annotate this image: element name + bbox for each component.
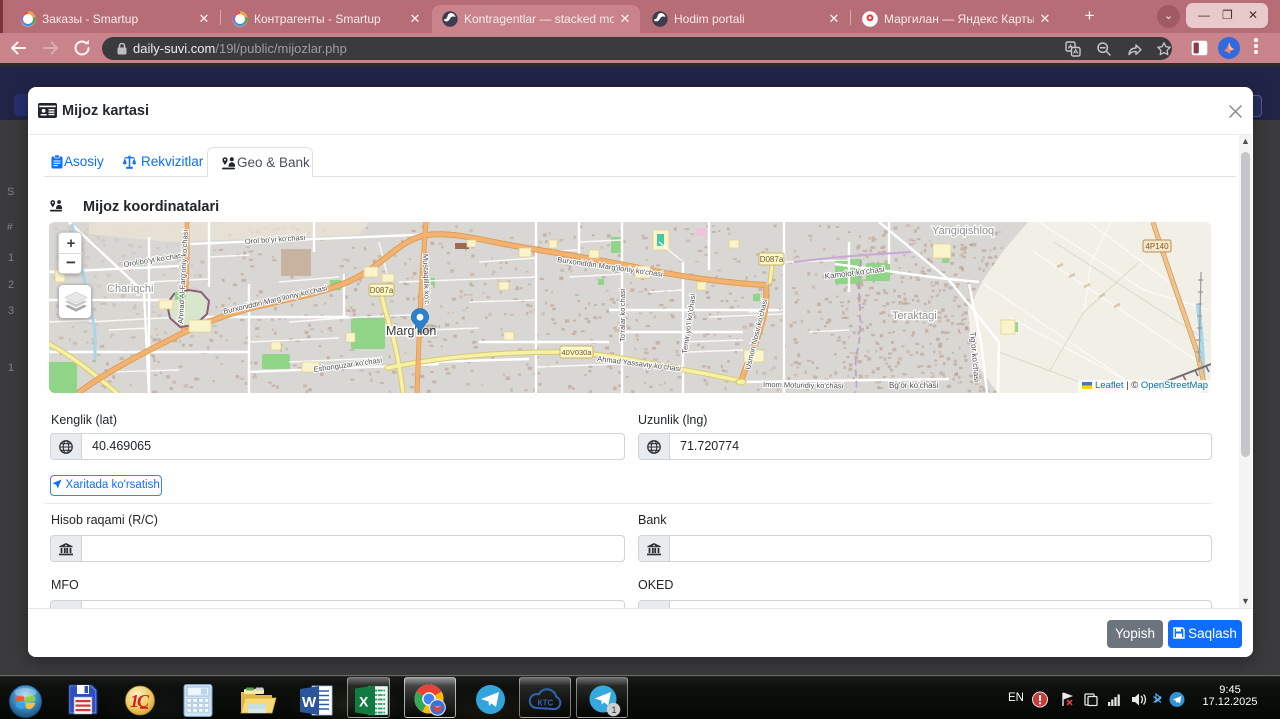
svg-text:КТС: КТС: [538, 699, 554, 708]
svg-text:Mustaqillik ko'c: Mustaqillik ko'c: [421, 254, 432, 305]
svg-text:Chariqchi: Chariqchi: [107, 283, 153, 295]
svg-text:1: 1: [612, 705, 617, 715]
svg-text:4P140: 4P140: [1145, 242, 1169, 251]
svg-text:Bg'or ko'chasi: Bg'or ko'chasi: [889, 381, 939, 390]
svg-text:Teraktagi: Teraktagi: [892, 310, 937, 322]
svg-text:W: W: [302, 694, 317, 711]
svg-text:Yangiqishloq: Yangiqishloq: [932, 225, 994, 237]
svg-text:D087a: D087a: [760, 255, 784, 264]
svg-text:Imom Moturidiy ko'chasi: Imom Moturidiy ko'chasi: [763, 380, 844, 390]
svg-text:D087a: D087a: [370, 286, 394, 295]
svg-text:X: X: [359, 694, 369, 710]
svg-text:To'ralar ko'chasi: To'ralar ko'chasi: [618, 288, 627, 342]
svg-text:40V030a: 40V030a: [561, 348, 592, 357]
